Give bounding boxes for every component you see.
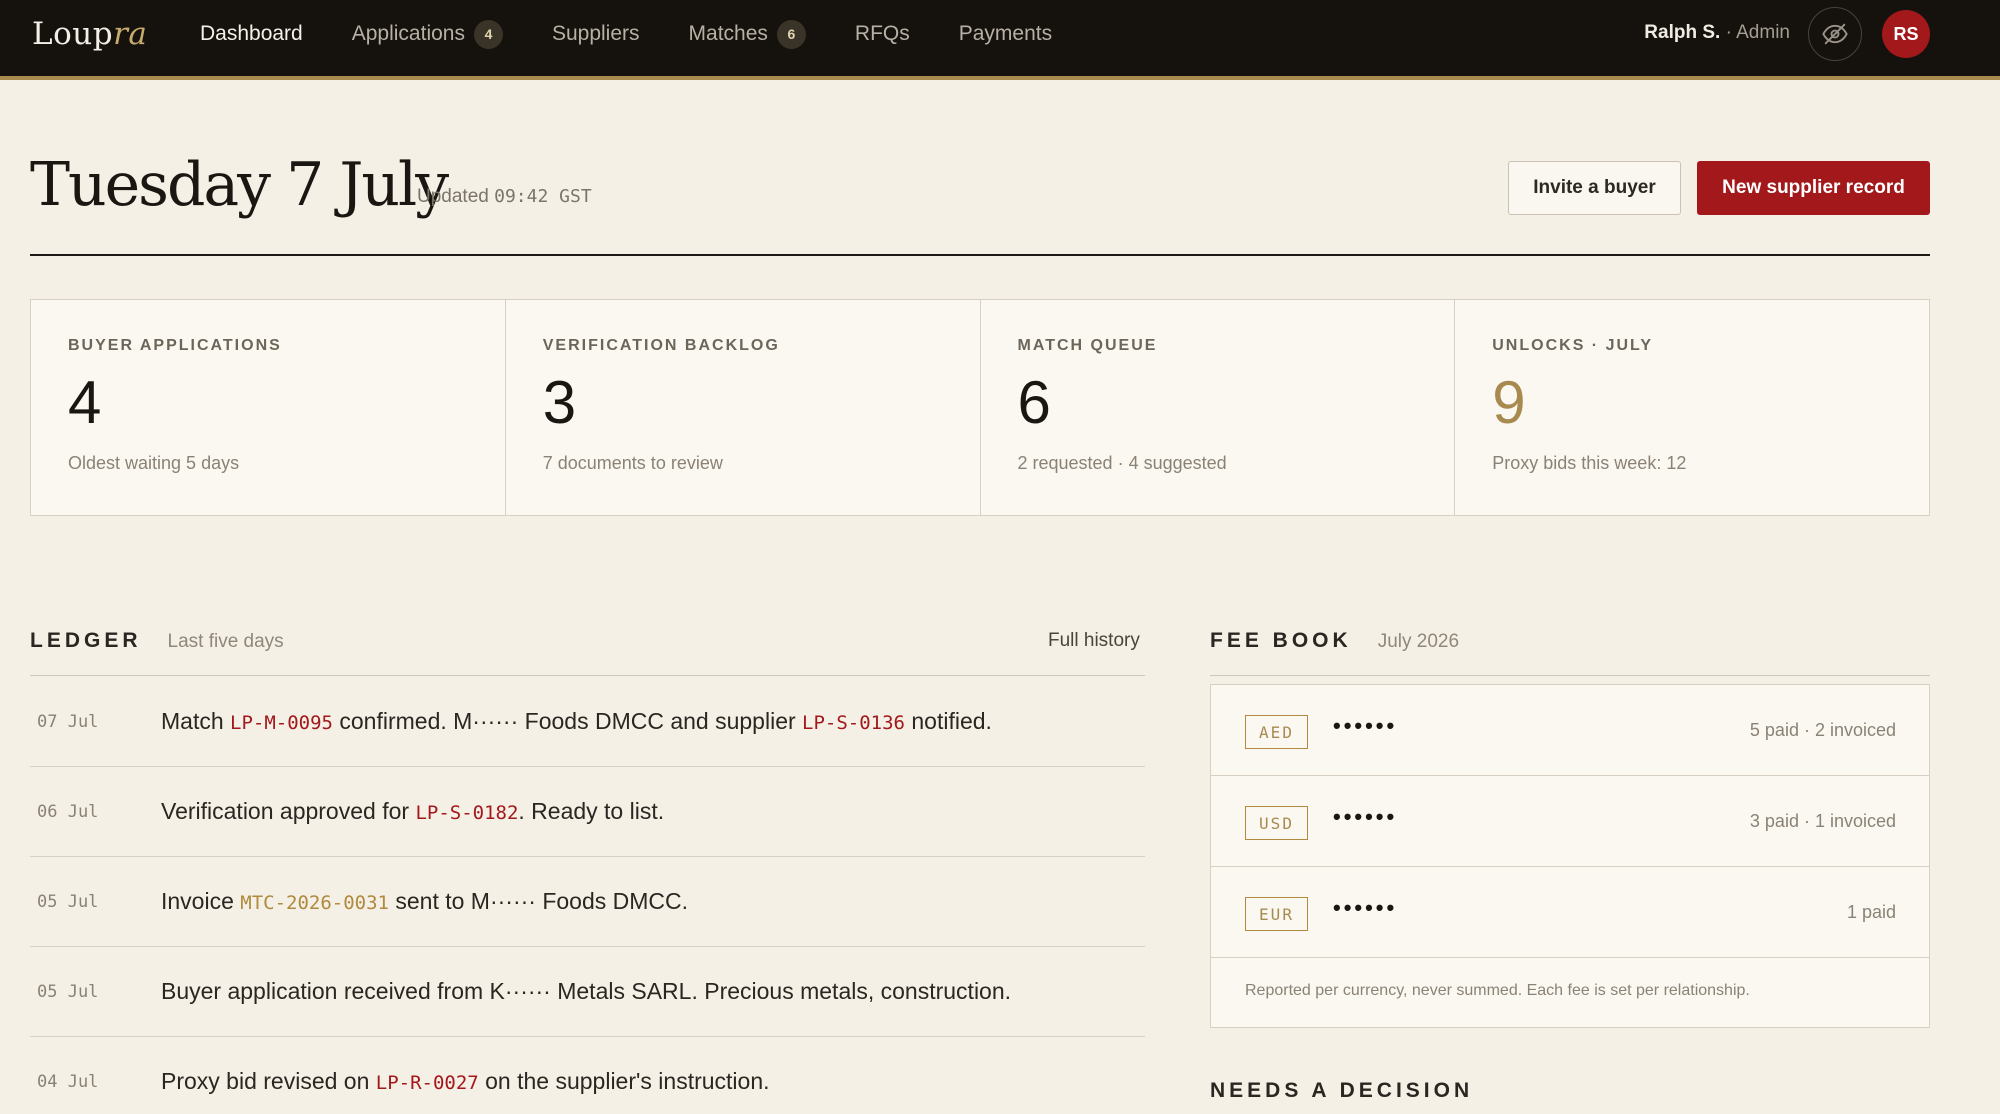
stat-label: VERIFICATION BACKLOG	[542, 337, 780, 354]
ledger-row[interactable]: 05 Jul Buyer application received from K…	[30, 947, 1145, 1037]
ledger-date: 05 Jul	[37, 891, 99, 912]
ledger-header: LEDGER Last five days	[30, 629, 284, 653]
fee-book-note: Reported per currency, never summed. Eac…	[1245, 982, 1750, 999]
nav-item-payments[interactable]: Payments	[959, 22, 1052, 46]
count-badge: 6	[776, 19, 806, 49]
invoice-code-link[interactable]: MTC-2026-0031	[240, 892, 389, 914]
ledger-date: 06 Jul	[37, 801, 99, 822]
updated-time: 09:42 GST	[494, 186, 592, 207]
stat-label: BUYER APPLICATIONS	[68, 337, 282, 354]
ledger-date: 04 Jul	[37, 1071, 99, 1092]
stat-unlocks-july[interactable]: UNLOCKS · JULY 9 Proxy bids this week: 1…	[1455, 300, 1929, 515]
stat-match-queue[interactable]: MATCH QUEUE 6 2 requested · 4 suggested	[981, 300, 1456, 515]
ledger-date: 05 Jul	[37, 981, 99, 1002]
nav-item-label: Matches	[688, 22, 768, 45]
ledger-row[interactable]: 07 Jul Match LP-M-0095 confirmed. M·····…	[30, 677, 1145, 767]
ledger-text: Buyer application received from K······ …	[161, 978, 1012, 1004]
privacy-toggle-button[interactable]	[1808, 7, 1862, 61]
nav-item-matches[interactable]: Matches 6	[688, 19, 806, 49]
stat-subtext: Proxy bids this week: 12	[1492, 453, 1687, 473]
stat-value: 9	[1492, 369, 1526, 436]
fee-book-title: FEE BOOK	[1210, 629, 1352, 652]
stat-verification-backlog[interactable]: VERIFICATION BACKLOG 3 7 documents to re…	[506, 300, 981, 515]
ledger-subtitle: Last five days	[167, 631, 284, 652]
user-role: · Admin	[1725, 22, 1790, 43]
currency-badge: EUR	[1245, 897, 1308, 931]
currency-badge: USD	[1245, 806, 1308, 840]
fee-book-divider	[1210, 675, 1930, 676]
masked-amount[interactable]: ••••••	[1333, 713, 1397, 739]
fee-status: 5 paid · 2 invoiced	[1749, 720, 1896, 740]
ledger-list: 07 Jul Match LP-M-0095 confirmed. M·····…	[30, 677, 1145, 1114]
fee-book-panel: AED •••••• 5 paid · 2 invoiced USD •••••…	[1210, 684, 1930, 1028]
ledger-row[interactable]: 04 Jul Proxy bid revised on LP-R-0027 on…	[30, 1037, 1145, 1114]
needs-decision-title: NEEDS A DECISION	[1210, 1079, 1474, 1102]
fee-row-usd[interactable]: USD •••••• 3 paid · 1 invoiced	[1211, 776, 1929, 867]
ledger-text: Verification approved for LP-S-0182. Rea…	[161, 798, 665, 824]
ledger-row[interactable]: 06 Jul Verification approved for LP-S-01…	[30, 767, 1145, 857]
fee-row-eur[interactable]: EUR •••••• 1 paid	[1211, 867, 1929, 958]
fee-book-header: FEE BOOK July 2026	[1210, 629, 1459, 653]
fee-status: 1 paid	[1846, 902, 1896, 922]
nav-item-applications[interactable]: Applications 4	[351, 19, 503, 49]
stat-value: 4	[68, 369, 102, 436]
match-code-link[interactable]: LP-M-0095	[230, 712, 333, 734]
fee-book-subtitle: July 2026	[1377, 631, 1460, 652]
ledger-row[interactable]: 05 Jul Invoice MTC-2026-0031 sent to M··…	[30, 857, 1145, 947]
full-history-link[interactable]: Full history	[1048, 630, 1140, 652]
ledger-text: Proxy bid revised on LP-R-0027 on the su…	[161, 1068, 770, 1094]
eye-off-icon	[1822, 23, 1848, 45]
count-badge: 4	[473, 19, 503, 49]
ledger-text: Invoice MTC-2026-0031 sent to M······ Fo…	[161, 888, 689, 914]
stat-subtext: 7 documents to review	[542, 453, 723, 473]
header-divider	[30, 254, 1930, 256]
current-user: Ralph S. · Admin	[1644, 22, 1790, 44]
ledger-title: LEDGER	[30, 629, 142, 652]
nav-item-label: Dashboard	[200, 22, 303, 45]
masked-amount[interactable]: ••••••	[1333, 804, 1397, 830]
stat-value: 3	[542, 369, 577, 436]
app-logo[interactable]: Loupra	[32, 16, 147, 52]
page-title: Tuesday 7 July	[30, 150, 449, 220]
avatar[interactable]: RS	[1882, 10, 1930, 58]
ledger-date: 07 Jul	[37, 711, 99, 732]
stats-panel: BUYER APPLICATIONS 4 Oldest waiting 5 da…	[30, 299, 1930, 516]
new-supplier-record-button[interactable]: New supplier record	[1697, 161, 1930, 215]
currency-badge: AED	[1245, 715, 1308, 749]
masked-amount[interactable]: ••••••	[1333, 895, 1397, 921]
nav-item-label: RFQs	[854, 22, 910, 45]
stat-subtext: Oldest waiting 5 days	[68, 453, 240, 473]
top-navigation-bar: Loupra Dashboard Applications 4 Supplier…	[0, 0, 2000, 80]
stat-value: 6	[1017, 369, 1051, 436]
nav-item-label: Applications	[351, 22, 465, 45]
nav-item-rfqs[interactable]: RFQs	[855, 22, 910, 46]
stat-subtext: 2 requested · 4 suggested	[1017, 453, 1227, 473]
nav-item-dashboard[interactable]: Dashboard	[200, 22, 303, 46]
stat-label: MATCH QUEUE	[1017, 337, 1158, 354]
nav-item-label: Payments	[958, 22, 1053, 45]
nav-item-label: Suppliers	[551, 22, 640, 45]
rfq-code-link[interactable]: LP-R-0027	[376, 1072, 479, 1094]
fee-row-aed[interactable]: AED •••••• 5 paid · 2 invoiced	[1211, 685, 1929, 776]
user-name: Ralph S.	[1644, 22, 1721, 43]
stat-label: UNLOCKS · JULY	[1492, 337, 1654, 354]
nav-item-suppliers[interactable]: Suppliers	[552, 22, 640, 46]
stat-buyer-applications[interactable]: BUYER APPLICATIONS 4 Oldest waiting 5 da…	[31, 300, 506, 515]
ledger-divider	[30, 675, 1145, 676]
last-updated: Updated 09:42 GST	[417, 186, 592, 207]
invite-buyer-button[interactable]: Invite a buyer	[1508, 161, 1681, 215]
main-nav: Dashboard Applications 4 Suppliers Match…	[200, 0, 1052, 68]
fee-status: 3 paid · 1 invoiced	[1749, 811, 1896, 831]
ledger-text: Match LP-M-0095 confirmed. M······ Foods…	[161, 708, 992, 734]
supplier-code-link[interactable]: LP-S-0182	[415, 802, 518, 824]
supplier-code-link[interactable]: LP-S-0136	[802, 712, 905, 734]
